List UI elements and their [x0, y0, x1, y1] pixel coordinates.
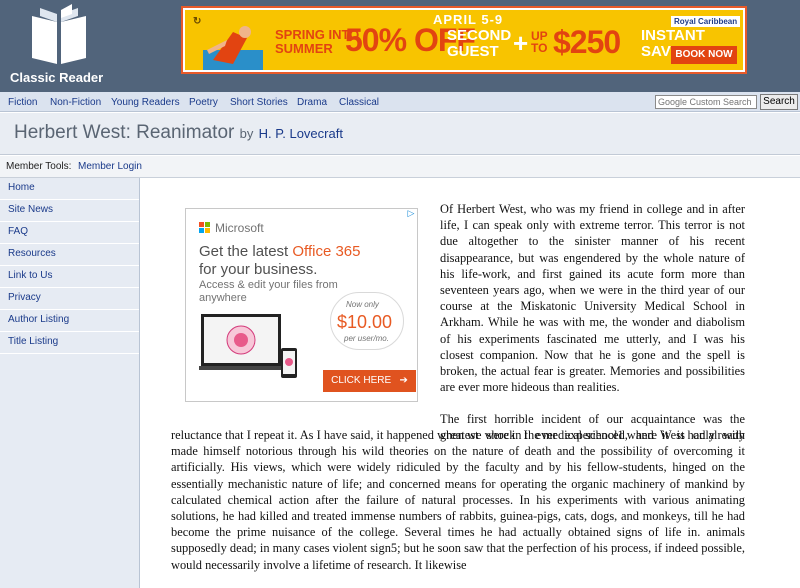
arrow-right-icon: ➔	[393, 375, 408, 386]
ad-plus-sign: +	[513, 28, 529, 58]
ad-book-now-button[interactable]: BOOK NOW	[671, 46, 737, 64]
book-title: Herbert West: Reanimator	[14, 122, 235, 143]
ad-subtext: Access & edit your files from anywhere	[199, 279, 338, 304]
ad-banner[interactable]: ↻ APRIL 5-9 SPRING INTO SUMMER 50% OFF S…	[181, 6, 747, 74]
ad-upto: UP TO	[531, 30, 548, 54]
open-book-icon	[32, 4, 86, 64]
sidebar-item-title-listing[interactable]: Title Listing	[0, 332, 139, 354]
sidebar-item-faq[interactable]: FAQ	[0, 222, 139, 244]
ad-person-image	[203, 26, 263, 70]
price-bottom-text: per user/mo.	[344, 334, 389, 343]
laptop-phone-image	[199, 314, 297, 378]
ad-banner-background: ↻ APRIL 5-9 SPRING INTO SUMMER 50% OFF S…	[185, 10, 743, 70]
ad-to-text: TO	[531, 41, 548, 55]
book-paragraph-1: Of Herbert West, who was my friend in co…	[440, 202, 745, 395]
nav-fiction[interactable]: Fiction	[8, 97, 37, 108]
member-tools-label: Member Tools:	[6, 161, 72, 172]
ad-headline-post: for your business.	[199, 261, 318, 278]
search-button[interactable]: Search	[760, 94, 798, 110]
ad-instant-text: INSTANT	[641, 27, 705, 44]
ad-brand-logo: Royal Caribbean	[671, 16, 741, 27]
sidebar-item-site-news[interactable]: Site News	[0, 200, 139, 222]
nav-poetry[interactable]: Poetry	[189, 97, 218, 108]
ad-brand-name: Microsoft	[215, 221, 264, 235]
nav-non-fiction[interactable]: Non-Fiction	[50, 97, 101, 108]
price-top-text: Now only	[346, 300, 379, 309]
ad-amount: $250	[553, 24, 621, 60]
book-paragraph-2-rest: reluctance that I repeat it. As I have s…	[171, 428, 745, 572]
sidebar-item-resources[interactable]: Resources	[0, 244, 139, 266]
ad-guest-text: GUEST	[447, 43, 499, 60]
page-title: Herbert West: Reanimator by H. P. Lovecr…	[14, 122, 343, 144]
sidebar: Home Site News FAQ Resources Link to Us …	[0, 178, 140, 588]
ad-headline-pre: Get the latest	[199, 243, 293, 260]
nav-young-readers[interactable]: Young Readers	[111, 97, 180, 108]
ad-click-here-button[interactable]: CLICK HERE ➔	[323, 370, 416, 392]
sidebar-item-author-listing[interactable]: Author Listing	[0, 310, 139, 332]
search-input[interactable]	[655, 95, 757, 109]
ad-second-guest: SECOND GUEST	[447, 28, 511, 60]
sidebar-item-link-to-us[interactable]: Link to Us	[0, 266, 139, 288]
book-by: by	[239, 126, 254, 141]
site-name: Classic Reader	[10, 70, 104, 85]
ad-click-label: CLICK HERE	[331, 375, 392, 386]
price-value: $10.00	[337, 312, 393, 332]
ad-headline-accent: Office 365	[292, 243, 361, 260]
microsoft-logo-icon	[199, 222, 210, 233]
site-logo[interactable]: Classic Reader	[8, 4, 118, 88]
ad-headline: Get the latest Office 365 for your busin…	[199, 243, 409, 279]
nav-drama[interactable]: Drama	[297, 97, 327, 108]
sidebar-item-home[interactable]: Home	[0, 178, 139, 200]
adchoices-icon[interactable]: ▷	[404, 208, 418, 220]
sidebar-item-privacy[interactable]: Privacy	[0, 288, 139, 310]
nav-classical[interactable]: Classical	[339, 97, 379, 108]
book-author-link[interactable]: H. P. Lovecraft	[259, 126, 343, 141]
nav-short-stories[interactable]: Short Stories	[230, 97, 288, 108]
member-login-link[interactable]: Member Login	[78, 161, 142, 172]
ad-second-text: SECOND	[447, 27, 512, 44]
